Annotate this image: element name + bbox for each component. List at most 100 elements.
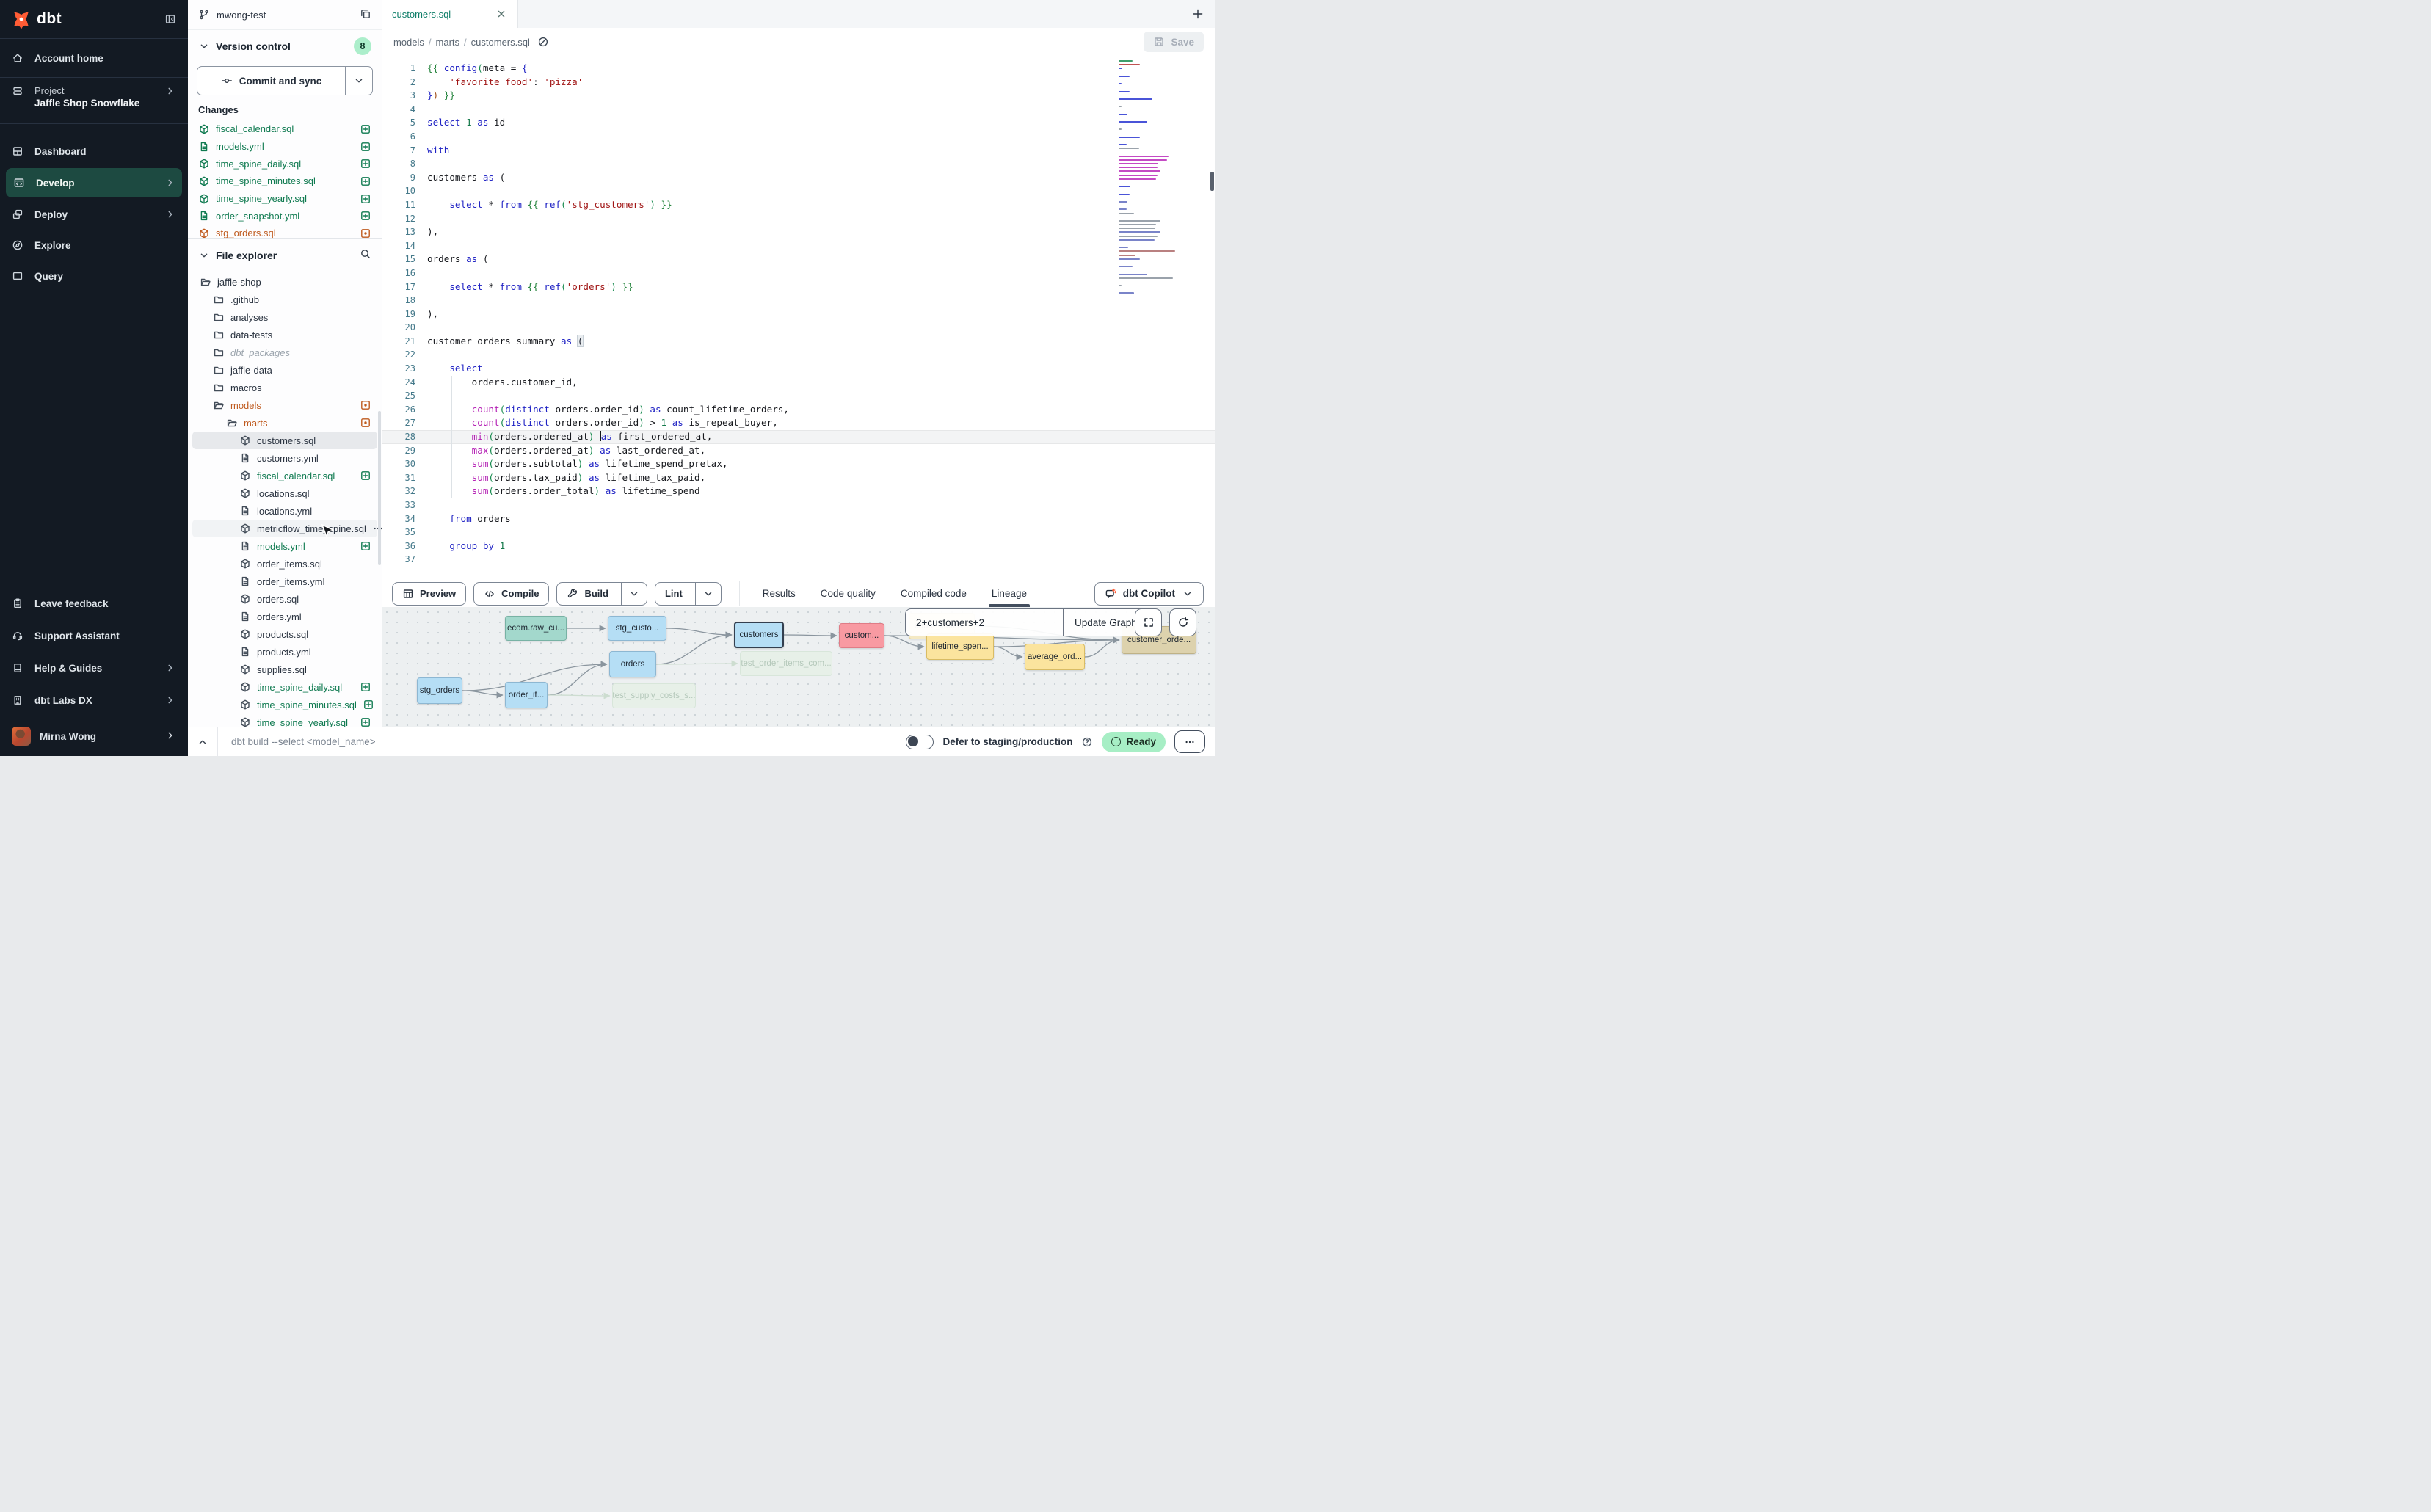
dbt-copilot-button[interactable]: dbt Copilot <box>1094 582 1204 606</box>
lineage-node-lifetime_spend[interactable]: lifetime_spen... <box>926 633 994 660</box>
sidebar-item-account-home[interactable]: Account home <box>0 39 188 77</box>
sidebar-item-deploy[interactable]: Deploy <box>0 199 188 230</box>
tree-item-orders-yml[interactable]: orders.yml <box>192 608 377 625</box>
tree-item-customers-sql[interactable]: customers.sql <box>192 432 377 449</box>
stage-add-icon[interactable] <box>360 123 371 135</box>
more-options-button[interactable] <box>1174 730 1205 753</box>
code-line-5[interactable]: 5select 1 as id <box>382 116 1216 130</box>
code-line-16[interactable]: 16 <box>382 266 1216 280</box>
save-button[interactable]: Save <box>1144 32 1204 52</box>
lineage-node-custom_pink[interactable]: custom... <box>839 623 884 648</box>
file-explorer-title[interactable]: File explorer <box>216 250 277 261</box>
tree-item-data-tests[interactable]: data-tests <box>192 326 377 344</box>
tree-item-order-items-yml[interactable]: order_items.yml <box>192 573 377 590</box>
tree-item-jaffle-data[interactable]: jaffle-data <box>192 361 377 379</box>
code-line-35[interactable]: 35 <box>382 526 1216 539</box>
file-panel-scrollbar[interactable] <box>378 411 381 565</box>
tree-item--github[interactable]: .github <box>192 291 377 308</box>
code-line-12[interactable]: 12 <box>382 212 1216 226</box>
stage-add-icon[interactable] <box>360 158 371 170</box>
breadcrumb-file[interactable]: customers.sql <box>471 37 530 48</box>
code-line-3[interactable]: 3}) }} <box>382 89 1216 103</box>
commit-options-button[interactable] <box>345 67 372 95</box>
changed-file-order_snapshot.yml[interactable]: order_snapshot.yml <box>188 207 382 225</box>
chevron-down-icon[interactable] <box>198 250 210 261</box>
lineage-search-input[interactable]: 2+customers+2 <box>906 609 1063 636</box>
modified-icon[interactable] <box>360 417 371 429</box>
branch-name[interactable]: mwong-test <box>217 10 266 21</box>
code-line-25[interactable]: 25 <box>382 389 1216 403</box>
stage-add-icon[interactable] <box>360 470 371 481</box>
chevron-down-icon[interactable] <box>198 40 210 52</box>
lineage-node-order_items[interactable]: order_it... <box>505 682 548 708</box>
code-line-33[interactable]: 33 <box>382 498 1216 512</box>
lineage-node-orders[interactable]: orders <box>609 651 656 677</box>
code-line-9[interactable]: 9customers as ( <box>382 171 1216 185</box>
sidebar-item-explore[interactable]: Explore <box>0 230 188 261</box>
sidebar-item-dashboard[interactable]: Dashboard <box>0 136 188 167</box>
code-line-18[interactable]: 18 <box>382 294 1216 308</box>
help-icon[interactable] <box>1081 736 1093 748</box>
command-input[interactable]: dbt build --select <model_name> <box>218 736 376 747</box>
user-menu[interactable]: Mirna Wong <box>0 716 188 756</box>
tree-item-analyses[interactable]: analyses <box>192 308 377 326</box>
code-line-24[interactable]: 24 orders.customer_id, <box>382 376 1216 390</box>
sidebar-item-support-assistant[interactable]: Support Assistant <box>0 619 188 652</box>
code-line-28[interactable]: 28 min(orders.ordered_at) as first_order… <box>382 430 1216 444</box>
sidebar-collapse-icon[interactable] <box>164 13 176 25</box>
sidebar-item-help-guides[interactable]: Help & Guides <box>0 652 188 684</box>
modified-icon[interactable] <box>360 228 371 238</box>
lineage-node-customers[interactable]: customers <box>734 622 784 648</box>
tree-item-models-yml[interactable]: models.yml <box>192 537 377 555</box>
tree-item-time-spine-daily-sql[interactable]: time_spine_daily.sql <box>192 678 377 696</box>
tree-item-order-items-sql[interactable]: order_items.sql <box>192 555 377 573</box>
stage-add-icon[interactable] <box>360 716 371 727</box>
tree-item-time-spine-minutes-sql[interactable]: time_spine_minutes.sql <box>192 696 377 713</box>
tree-item-dbt-packages[interactable]: dbt_packages <box>192 344 377 361</box>
tab-lineage[interactable]: Lineage <box>979 581 1039 606</box>
stage-add-icon[interactable] <box>363 699 374 710</box>
lineage-canvas[interactable]: ecom.raw_cu...stg_custo...customerscusto… <box>382 607 1216 727</box>
tree-item-jaffle-shop[interactable]: jaffle-shop <box>192 273 377 291</box>
lint-options-button[interactable] <box>695 583 721 605</box>
code-line-21[interactable]: 21customer_orders_summary as ( <box>382 335 1216 349</box>
refresh-button[interactable] <box>1169 608 1196 636</box>
tab-compiled-code[interactable]: Compiled code <box>888 581 979 606</box>
changed-file-time_spine_minutes.sql[interactable]: time_spine_minutes.sql <box>188 172 382 190</box>
modified-icon[interactable] <box>360 399 371 411</box>
tree-item-fiscal-calendar-sql[interactable]: fiscal_calendar.sql <box>192 467 377 484</box>
status-badge[interactable]: Ready <box>1102 732 1166 752</box>
code-line-37[interactable]: 37 <box>382 553 1216 567</box>
code-line-19[interactable]: 19), <box>382 308 1216 321</box>
changed-file-time_spine_yearly.sql[interactable]: time_spine_yearly.sql <box>188 190 382 208</box>
stage-add-icon[interactable] <box>360 175 371 187</box>
code-line-17[interactable]: 17 select * from {{ ref('orders') }} <box>382 280 1216 294</box>
breadcrumb-marts[interactable]: marts <box>436 37 460 48</box>
changed-file-models.yml[interactable]: models.yml <box>188 138 382 156</box>
tree-item-orders-sql[interactable]: orders.sql <box>192 590 377 608</box>
changed-file-fiscal_calendar.sql[interactable]: fiscal_calendar.sql <box>188 120 382 138</box>
sidebar-item-query[interactable]: Query <box>0 261 188 291</box>
lineage-node-stg_customers[interactable]: stg_custo... <box>608 616 666 641</box>
lineage-node-stg_orders[interactable]: stg_orders <box>417 677 462 704</box>
new-tab-button[interactable] <box>1192 8 1204 20</box>
breadcrumb-models[interactable]: models <box>393 37 424 48</box>
code-line-20[interactable]: 20 <box>382 321 1216 335</box>
expand-command-bar-button[interactable] <box>188 736 217 748</box>
tree-item-models[interactable]: models <box>192 396 377 414</box>
defer-toggle[interactable] <box>906 735 934 749</box>
build-options-button[interactable] <box>621 583 647 605</box>
code-line-4[interactable]: 4 <box>382 103 1216 117</box>
stage-add-icon[interactable] <box>360 540 371 552</box>
code-line-1[interactable]: 1{{ config(meta = { <box>382 62 1216 76</box>
search-icon[interactable] <box>360 248 371 263</box>
code-editor[interactable]: 1{{ config(meta = {2 'favorite_food': 'p… <box>382 56 1216 581</box>
close-icon[interactable] <box>495 8 507 20</box>
code-line-30[interactable]: 30 sum(orders.subtotal) as lifetime_spen… <box>382 457 1216 471</box>
changed-file-time_spine_daily.sql[interactable]: time_spine_daily.sql <box>188 155 382 172</box>
tree-item-supplies-sql[interactable]: supplies.sql <box>192 661 377 678</box>
sidebar-item-leave-feedback[interactable]: Leave feedback <box>0 587 188 619</box>
tree-item-products-yml[interactable]: products.yml <box>192 643 377 661</box>
sidebar-item-project[interactable]: ProjectJaffle Shop Snowflake <box>0 78 188 123</box>
stage-add-icon[interactable] <box>360 210 371 222</box>
